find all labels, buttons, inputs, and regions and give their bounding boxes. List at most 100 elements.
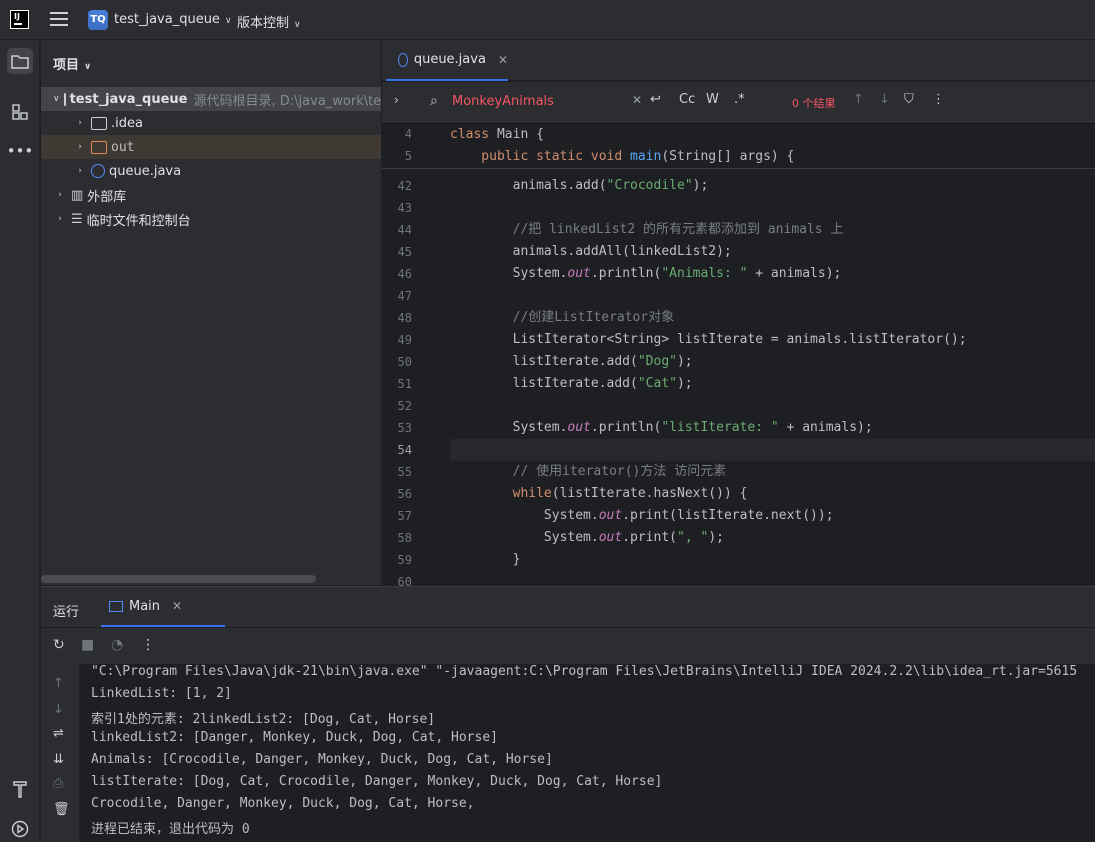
chevron-right-icon[interactable]: › [73,166,87,176]
console-line: Animals: [Crocodile, Danger, Monkey, Duc… [91,752,553,767]
code-line[interactable]: System.out.println("listIterate: " + ani… [450,417,1095,439]
arrow-down-icon[interactable]: ↓ [879,92,890,107]
code-line[interactable]: //创建ListIterator对象 [450,307,1095,329]
search-input[interactable] [452,90,638,112]
filter-icon[interactable]: ⛉ [904,92,914,107]
line-number: 5 [404,149,412,163]
tab-main[interactable]: Main ✕ [101,587,225,627]
line-number: 4 [404,127,412,141]
chevron-down-icon: ∨ [84,62,92,72]
line-number: 59 [397,553,412,567]
arrow-down-icon[interactable]: ↓ [53,702,64,717]
whole-word-button[interactable]: W [706,92,719,107]
project-folder-icon[interactable] [7,48,33,74]
sticky-lines: class Main { public static void main(Str… [450,123,1095,169]
clear-icon[interactable]: ✕ [632,93,642,107]
rerun-icon[interactable]: ↻ [53,637,65,653]
regex-button[interactable]: .* [734,92,745,107]
debug-icon[interactable]: ◔ [111,637,123,653]
console-line: 进程已结束，退出代码为 0 [91,822,250,837]
chevron-right-icon[interactable]: › [53,214,67,224]
horizontal-scrollbar[interactable] [41,575,316,583]
code-line[interactable]: animals.add("Crocodile"); [450,175,1095,197]
match-case-button[interactable]: Cc [679,92,695,107]
code-line[interactable]: System.out.print(", "); [450,527,1095,549]
tree-item-label: out [111,139,135,155]
console-line: listIterate: [Dog, Cat, Crocodile, Dange… [91,774,663,789]
search-icon[interactable]: ⌕ [430,93,438,109]
project-switcher[interactable]: test_java_queue ∨ [114,12,232,27]
chevron-right-icon[interactable]: › [394,93,399,107]
new-line-icon[interactable]: ↩ [650,92,661,107]
code-line[interactable]: } [450,549,1095,571]
vcs-menu[interactable]: 版本控制 ∨ [237,12,301,31]
arrow-up-icon[interactable]: ↑ [53,676,64,691]
run-header: 运行 Main ✕ [41,587,1095,627]
structure-icon[interactable] [7,99,33,125]
console-line: 索引1处的元素: 2linkedList2: [Dog, Cat, Horse] [91,712,436,727]
code-line[interactable]: while(listIterate.hasNext()) { [450,483,1095,505]
close-icon[interactable]: ✕ [172,599,182,613]
code-line[interactable]: ListIterator<String> listIterate = anima… [450,329,1095,351]
line-number: 45 [397,245,412,259]
more-icon[interactable]: ••• [7,138,34,164]
close-icon[interactable]: ✕ [498,53,508,67]
code-line[interactable]: System.out.println("Animals: " + animals… [450,263,1095,285]
code-line[interactable] [450,285,1095,307]
project-badge[interactable]: TQ [88,10,108,30]
code-line[interactable] [450,571,1095,585]
chevron-down-icon: ∨ [294,20,301,30]
more-options-icon[interactable]: ⋮ [141,637,155,653]
more-options-icon[interactable]: ⋮ [932,92,945,107]
console-output[interactable]: "C:\Program Files\Java\jdk-21\bin\java.e… [91,664,1095,842]
code-line[interactable] [450,395,1095,417]
print-icon[interactable]: ⎙ [53,776,63,791]
arrow-up-icon[interactable]: ↑ [853,92,864,107]
code-line[interactable]: listIterate.add("Dog"); [450,351,1095,373]
intellij-logo-icon[interactable]: IJ [10,10,29,29]
tree-item-external-libraries[interactable]: › ▥ 外部库 [41,183,381,207]
stop-icon[interactable]: ■ [81,637,94,653]
code-line[interactable]: //把 linkedList2 的所有元素都添加到 animals 上 [450,219,1095,241]
soft-wrap-icon[interactable]: ⇌ [53,726,64,741]
project-name: test_java_queue [114,12,220,27]
chevron-right-icon[interactable]: › [53,190,67,200]
run-icon[interactable] [7,816,33,842]
console-line: LinkedList: [1, 2] [91,686,232,701]
line-number: 56 [397,487,412,501]
tree-item-project-root[interactable]: ∨ test_java_queue 源代码根目录, D:\java_work\t… [41,87,381,111]
line-number: 58 [397,531,412,545]
tree-item-scratches[interactable]: › ☰ 临时文件和控制台 [41,207,381,231]
line-number-gutter: 42 43 44 45 46 47 48 49 50 51 52 53 54 55 56 57 58 59 60 [382,123,450,589]
code-area[interactable]: animals.add("Crocodile"); //把 linkedList… [450,123,1095,585]
tree-item-out[interactable]: › out [41,135,381,159]
run-title: 运行 [53,605,80,620]
code-line[interactable] [450,439,1095,461]
chevron-down-icon[interactable]: ∨ [53,94,60,104]
code-line[interactable] [450,197,1095,219]
code-line[interactable]: class Main { [450,124,1095,146]
chevron-right-icon[interactable]: › [73,142,87,152]
main-menu-icon[interactable] [50,12,68,27]
code-line[interactable]: listIterate.add("Cat"); [450,373,1095,395]
tree-item-hint: 源代码根目录, D:\java_work\test_ [193,93,381,109]
line-number: 50 [397,355,412,369]
line-number: 53 [397,421,412,435]
build-icon[interactable] [7,776,33,802]
tab-queue-java[interactable]: queue.java ✕ [386,40,508,81]
chevron-right-icon[interactable]: › [73,118,87,128]
code-line[interactable]: System.out.print(listIterate.next()); [450,505,1095,527]
code-line[interactable]: // 使用iterator()方法 访问元素 [450,461,1095,483]
project-header-label: 项目 [53,58,80,73]
tree-item-label: .idea [111,115,143,131]
tree-item-queue-java[interactable]: › queue.java [41,159,381,183]
tree-item-idea[interactable]: › .idea [41,111,381,135]
project-view-selector[interactable]: 项目 ∨ [53,54,91,73]
code-line[interactable]: public static void main(String[] args) { [450,146,1095,168]
trash-icon[interactable]: 🗑 [53,802,70,817]
find-bar: › ⌕ ✕ ↩ Cc W .* 0 个结果 ↑ ↓ ⛉ ⋮ [382,82,1095,122]
line-number: 51 [397,377,412,391]
scroll-to-end-icon[interactable]: ⇊ [53,752,64,767]
code-line[interactable]: animals.addAll(linkedList2); [450,241,1095,263]
line-number: 48 [397,311,412,325]
